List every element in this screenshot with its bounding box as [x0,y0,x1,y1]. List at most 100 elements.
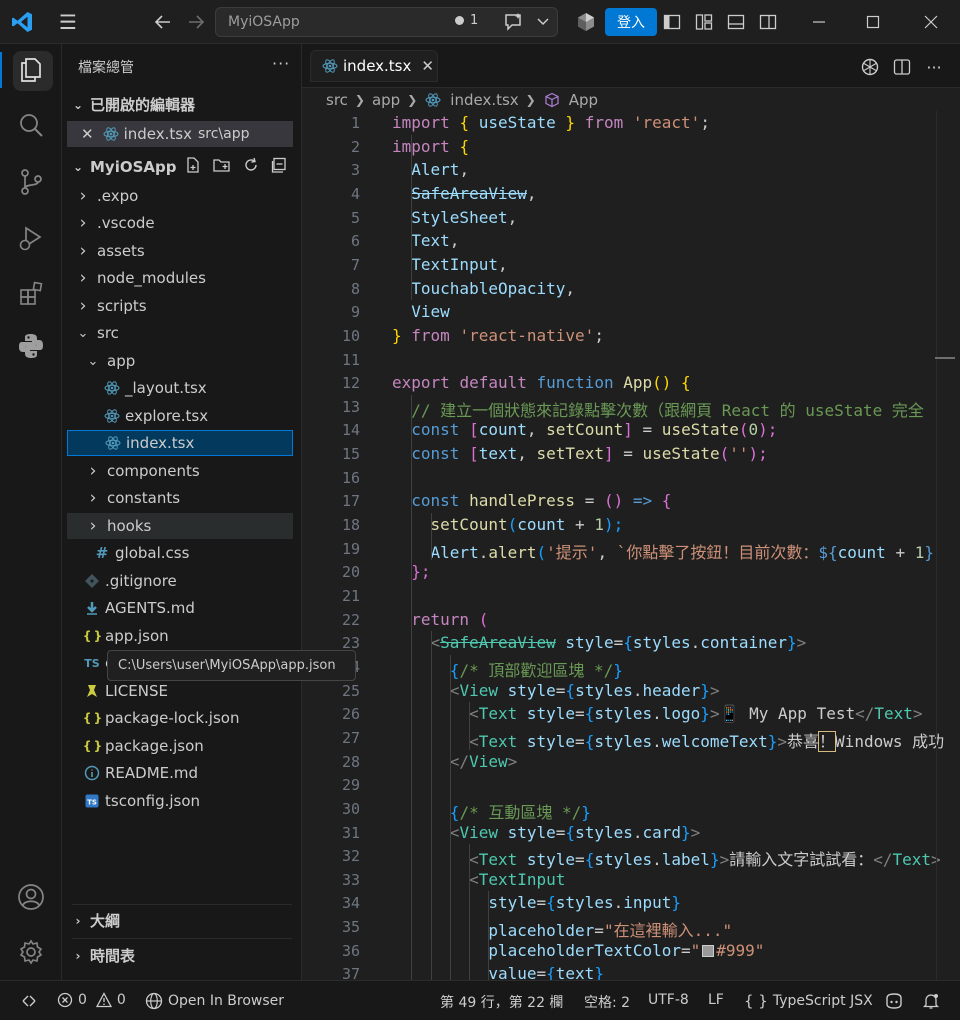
tree-item[interactable]: explore.tsx [67,403,293,429]
indentation[interactable]: 空格: 2 [584,992,630,1012]
tree-item[interactable]: { } app.json [67,623,293,649]
more-actions-icon[interactable]: ··· [923,56,945,78]
code-line[interactable]: 29 [302,773,960,797]
code-line[interactable]: 8 TouchableOpacity, [302,277,960,301]
code-line[interactable]: 32 <Text style={styles.label}>請輸入文字試試看：<… [302,844,960,869]
tree-item[interactable]: › node_modules [67,265,293,291]
tree-item[interactable]: › constants [67,485,293,511]
cube-icon[interactable] [575,11,597,33]
color-swatch[interactable] [702,944,715,957]
more-actions-icon[interactable]: ··· [272,54,290,73]
code-line[interactable]: 15 const [text, setText] = useState(''); [302,442,960,466]
refresh-icon[interactable] [242,156,260,178]
back-arrow-icon[interactable] [150,11,176,33]
language-mode[interactable]: { } TypeScript JSX [744,992,873,1010]
code-line[interactable]: 27 <Text style={styles.welcomeText}>恭喜！W… [302,726,960,752]
tree-item[interactable]: { } package-lock.json [67,705,293,731]
code-line[interactable]: 18 setCount(count + 1); [302,513,960,537]
chat-icon[interactable] [501,10,527,34]
code-line[interactable]: 3 Alert, [302,158,960,182]
tab-index-tsx[interactable]: index.tsx ✕ [310,50,438,82]
close-tab-icon[interactable]: ✕ [421,57,434,75]
tree-item[interactable]: .gitignore [67,568,293,594]
code-line[interactable]: 22 return ( [302,608,960,632]
remote-indicator[interactable] [20,992,38,1010]
problems-indicator[interactable]: 0 0 [57,992,126,1008]
toggle-panel-icon[interactable] [726,12,746,32]
new-file-icon[interactable] [184,156,202,178]
run-debug-activity[interactable] [0,214,62,262]
code-line[interactable]: 20 }; [302,560,960,584]
code-line[interactable]: 11 [302,348,960,372]
tree-item[interactable]: ⌄ app [67,348,293,374]
code-line[interactable]: 1 import { useState } from 'react'; [302,111,960,135]
code-line[interactable]: 28 </View> [302,750,960,774]
changes-indicator[interactable]: 1 [455,13,478,28]
code-line[interactable]: 34 style={styles.input} [302,891,960,915]
code-line[interactable]: 17 const handlePress = () => { [302,489,960,513]
code-line[interactable]: 9 View [302,300,960,324]
manage-activity[interactable] [0,928,62,976]
outline-header[interactable]: › 大綱 [72,910,121,931]
breadcrumb-symbol[interactable]: App [569,91,598,109]
code-line[interactable]: 26 <Text style={styles.logo}>📱 My App Te… [302,702,960,726]
tree-item[interactable]: › .vscode [67,210,293,236]
code-line[interactable]: 23 <SafeAreaView style={styles.container… [302,631,960,655]
breadcrumb-app[interactable]: app [372,91,400,109]
tree-item[interactable]: # global.css [67,540,293,566]
close-icon[interactable]: ✕ [81,125,94,143]
tree-item[interactable]: TS tsconfig.json [67,788,293,814]
code-line[interactable]: 33 <TextInput [302,868,960,892]
toggle-primary-sidebar-icon[interactable] [662,12,682,32]
code-line[interactable]: 7 TextInput, [302,253,960,277]
code-line[interactable]: 14 const [count, setCount] = useState(0)… [302,418,960,442]
code-line[interactable]: 35 placeholder="在這裡輸入..." [302,915,960,940]
code-line[interactable]: 13 // 建立一個狀態來記錄點擊次數（跟網頁 React 的 useState… [302,395,960,420]
tree-item[interactable]: LICENSE [67,678,293,704]
code-line[interactable]: 25 <View style={styles.header}> [302,679,960,703]
encoding[interactable]: UTF-8 [648,992,689,1008]
toggle-secondary-sidebar-icon[interactable] [758,12,778,32]
tree-item[interactable]: _layout.tsx [67,375,293,401]
code-line[interactable]: 30 {/* 互動區塊 */} [302,797,960,822]
search-activity[interactable] [0,102,62,150]
menu-icon[interactable]: ☰ [56,10,80,34]
timeline-header[interactable]: › 時間表 [72,945,136,966]
tree-item[interactable]: README.md [67,760,293,786]
customize-layout-icon[interactable] [694,12,714,32]
code-line[interactable]: 10} from 'react-native'; [302,324,960,348]
code-line[interactable]: 4 SafeAreaView, [302,182,960,206]
code-editor[interactable]: 1 import { useState } from 'react'; 2 impor… [302,111,960,980]
code-line[interactable]: 19 Alert.alert('提示', `你點擊了按鈕！目前次數：${coun… [302,537,960,562]
tree-item[interactable]: › scripts [67,293,293,319]
open-editors-header[interactable]: ⌄ 已開啟的編輯器 [72,94,195,115]
collapse-all-icon[interactable] [270,156,288,178]
code-line[interactable]: 5 StyleSheet, [302,206,960,230]
code-line[interactable]: 24 {/* 頂部歡迎區塊 */} [302,655,960,680]
tree-item[interactable]: › assets [67,238,293,264]
code-line[interactable]: 2 import { [302,135,960,159]
chevron-down-icon[interactable] [535,12,551,32]
extensions-activity[interactable] [0,270,62,318]
python-activity[interactable] [0,322,62,370]
code-line[interactable]: 6 Text, [302,229,960,253]
tree-item[interactable]: › components [67,458,293,484]
close-window-icon[interactable] [919,10,943,34]
end-of-line[interactable]: LF [708,992,724,1008]
forward-arrow-icon[interactable] [183,11,209,33]
code-line[interactable]: 36 placeholderTextColor=" #999" [302,939,960,963]
tree-item[interactable]: › .expo [67,183,293,209]
project-header[interactable]: ⌄ MyiOSApp [72,156,288,178]
editor-scrollbar[interactable] [936,111,960,980]
cursor-position[interactable]: 第 49 行，第 22 欄 [440,992,563,1012]
open-in-browser-button[interactable]: Open In Browser [145,992,284,1010]
code-line[interactable]: 21 [302,584,960,608]
explorer-activity[interactable] [0,46,62,94]
tree-item[interactable]: { } package.json [67,733,293,759]
code-line[interactable]: 37 value={text} [302,962,960,980]
code-line[interactable]: 12 export default function App() { [302,371,960,395]
tree-item[interactable]: › hooks [67,513,293,539]
maximize-icon[interactable] [861,10,885,34]
openai-icon[interactable] [859,56,881,78]
tree-item[interactable]: AGENTS.md [67,595,293,621]
